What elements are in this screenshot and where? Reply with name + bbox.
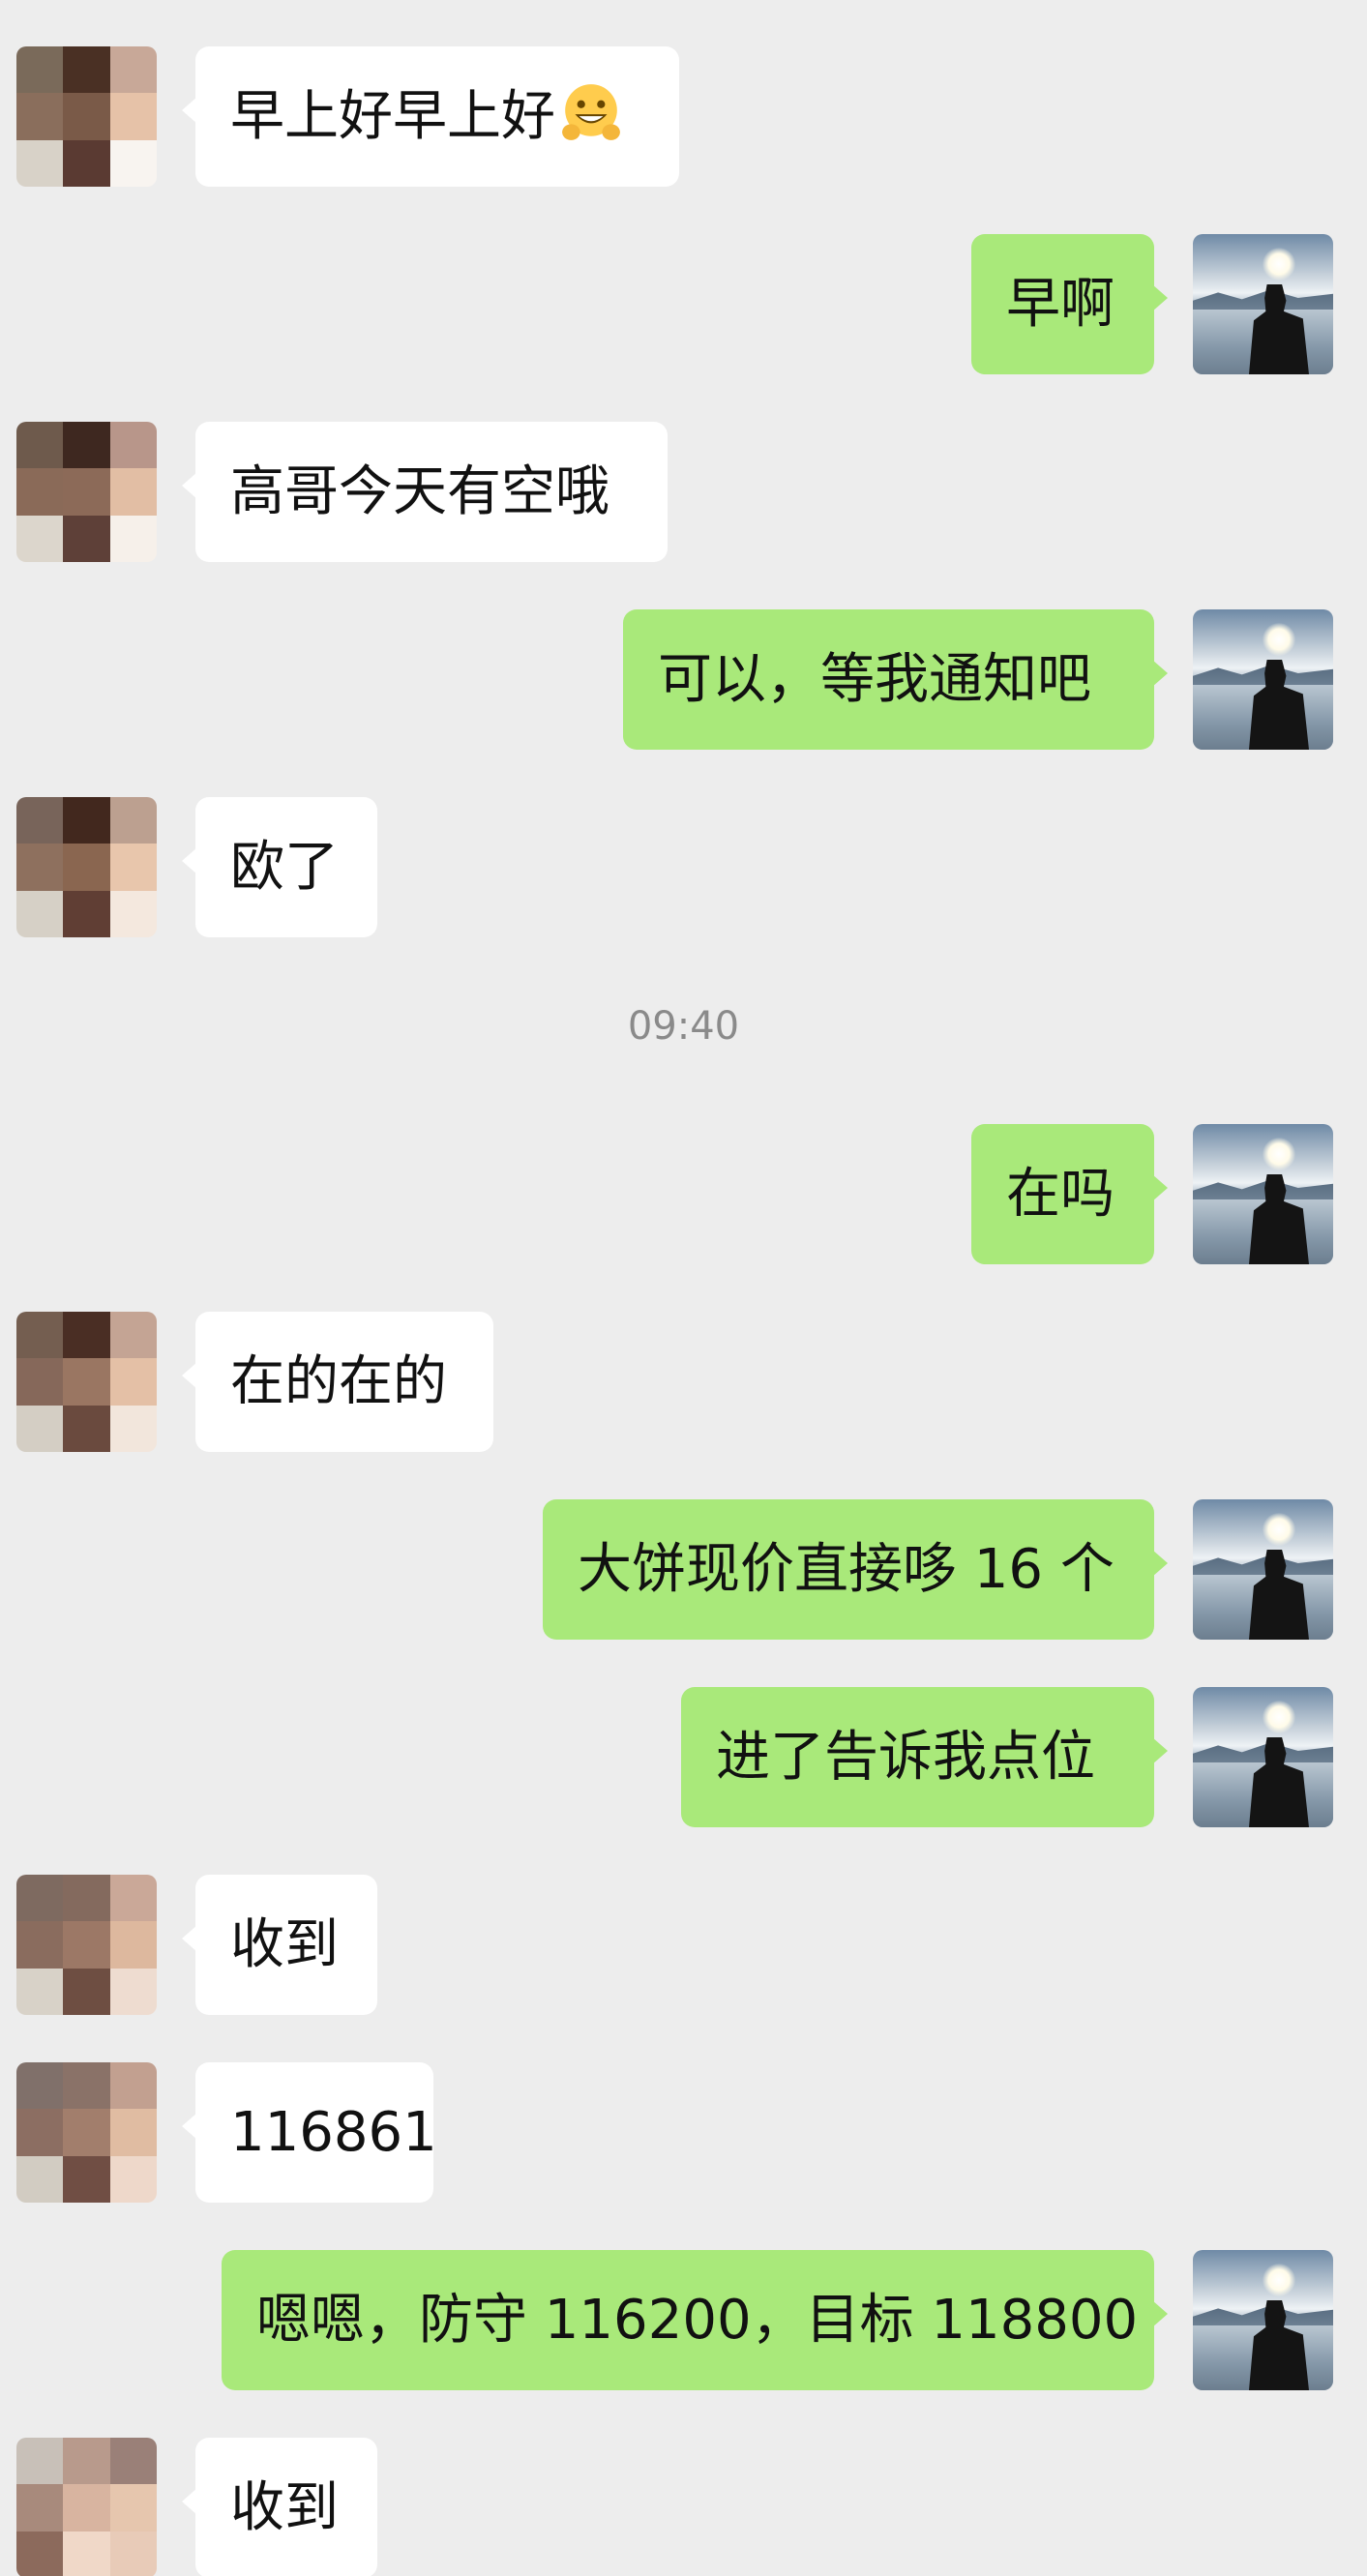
message-bubble-outgoing[interactable]: 嗯嗯，防守 116200，目标 118800 xyxy=(222,2250,1168,2390)
message-text: 116861 xyxy=(230,2101,437,2164)
message-bubble-incoming[interactable]: 收到 xyxy=(182,1875,377,2015)
contact-avatar[interactable] xyxy=(16,422,157,562)
message-bubble-outgoing[interactable]: 大饼现价直接哆 16 个 xyxy=(543,1499,1168,1640)
message-text: 收到 xyxy=(230,2476,339,2539)
message-text: 在的在的 xyxy=(230,1350,447,1413)
contact-avatar[interactable] xyxy=(16,1875,157,2015)
message-bubble-incoming[interactable]: 早上好早上好 xyxy=(182,46,679,187)
message-text: 大饼现价直接哆 16 个 xyxy=(578,1538,1114,1601)
message-text: 可以，等我通知吧 xyxy=(658,648,1091,711)
self-avatar[interactable] xyxy=(1193,234,1333,374)
message-text: 高哥今天有空哦 xyxy=(230,460,609,523)
message-text: 收到 xyxy=(230,1913,339,1976)
message-bubble-incoming[interactable]: 高哥今天有空哦 xyxy=(182,422,668,562)
message-bubble-incoming[interactable]: 欧了 xyxy=(182,797,377,937)
message-bubble-outgoing[interactable]: 在吗 xyxy=(971,1124,1168,1264)
contact-avatar[interactable] xyxy=(16,2438,157,2576)
message-text: 欧了 xyxy=(230,836,339,899)
timestamp: 09:40 xyxy=(627,1004,740,1049)
message-text: 早啊 xyxy=(1006,273,1114,336)
self-avatar[interactable] xyxy=(1193,1124,1333,1264)
self-avatar[interactable] xyxy=(1193,1499,1333,1640)
self-avatar[interactable] xyxy=(1193,2250,1333,2390)
contact-avatar[interactable] xyxy=(16,1312,157,1452)
message-bubble-incoming[interactable]: 收到 xyxy=(182,2438,377,2576)
chat-area[interactable]: 早上好早上好 早啊 高哥今天有空哦 可以，等我通知吧 欧了 09:40 在吗 在… xyxy=(0,0,1367,2576)
message-bubble-incoming[interactable]: 116861 xyxy=(182,2062,437,2203)
message-bubble-incoming[interactable]: 在的在的 xyxy=(182,1312,493,1452)
contact-avatar[interactable] xyxy=(16,46,157,187)
message-bubble-outgoing[interactable]: 进了告诉我点位 xyxy=(681,1687,1168,1827)
contact-avatar[interactable] xyxy=(16,2062,157,2203)
message-text: 嗯嗯，防守 116200，目标 118800 xyxy=(256,2289,1139,2352)
message-text: 在吗 xyxy=(1006,1163,1114,1226)
message-text: 早上好早上好 xyxy=(230,85,555,148)
message-text: 进了告诉我点位 xyxy=(716,1726,1095,1789)
contact-avatar[interactable] xyxy=(16,797,157,937)
grinning-hands-emoji-icon xyxy=(562,84,620,140)
self-avatar[interactable] xyxy=(1193,609,1333,750)
message-bubble-outgoing[interactable]: 早啊 xyxy=(971,234,1168,374)
self-avatar[interactable] xyxy=(1193,1687,1333,1827)
message-bubble-outgoing[interactable]: 可以，等我通知吧 xyxy=(623,609,1168,750)
